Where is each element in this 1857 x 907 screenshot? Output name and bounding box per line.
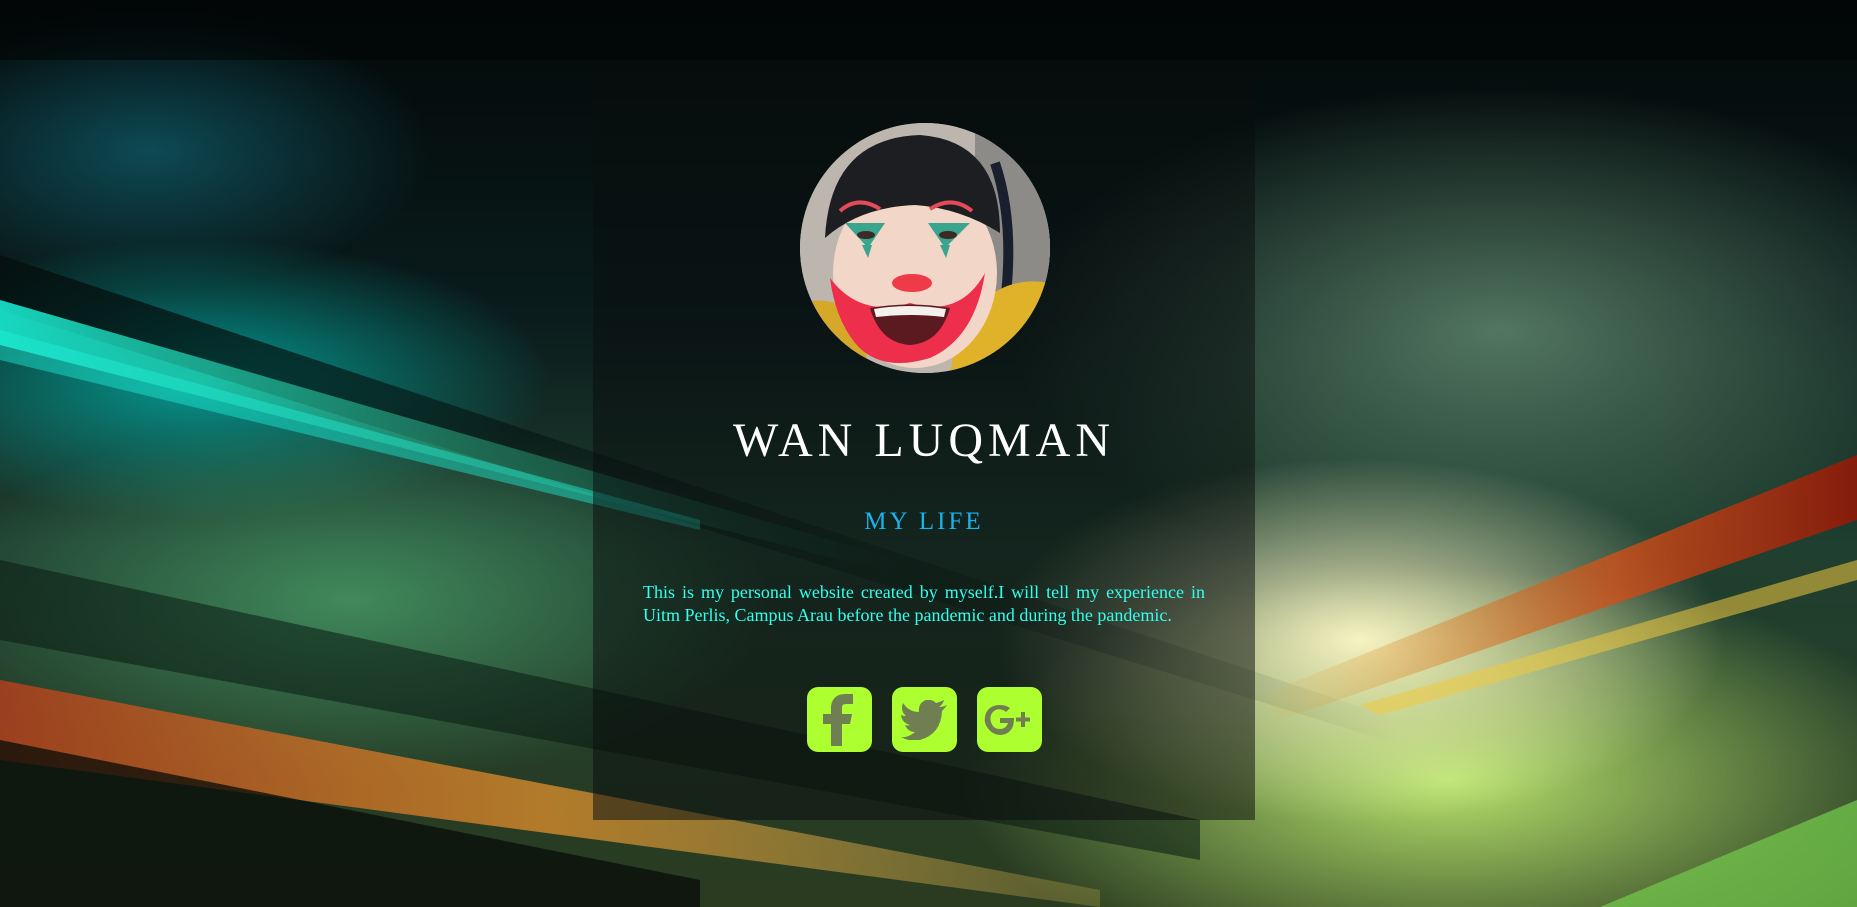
social-links xyxy=(593,687,1255,752)
profile-avatar xyxy=(800,123,1050,373)
profile-subtitle: MY LIFE xyxy=(864,508,984,535)
profile-bio: This is my personal website created by m… xyxy=(643,582,1205,625)
twitter-button[interactable] xyxy=(891,687,957,752)
profile-card: WAN LUQMAN MY LIFE This is my personal w… xyxy=(593,73,1255,820)
facebook-icon xyxy=(823,693,853,746)
clown-face-portrait xyxy=(800,123,1050,373)
facebook-button[interactable] xyxy=(806,687,872,752)
twitter-icon xyxy=(901,699,947,740)
profile-name: WAN LUQMAN xyxy=(733,414,1115,467)
google-plus-button[interactable] xyxy=(976,687,1042,752)
google-plus-icon xyxy=(984,704,1030,735)
